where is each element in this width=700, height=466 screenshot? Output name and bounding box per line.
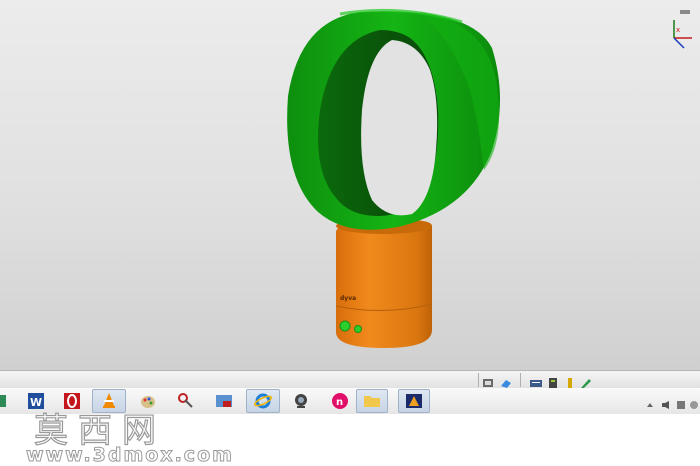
- ie-icon[interactable]: [246, 389, 280, 413]
- watermark-chinese-text: 莫西网: [33, 411, 166, 451]
- pen-icon[interactable]: [580, 374, 592, 389]
- usb-icon[interactable]: [564, 374, 576, 388]
- volume-icon[interactable]: [661, 395, 671, 409]
- paint-icon[interactable]: [136, 389, 160, 413]
- folder-icon[interactable]: [356, 389, 388, 413]
- word-icon[interactable]: W: [24, 389, 48, 413]
- webcam-icon[interactable]: [289, 389, 313, 413]
- graphics-icon[interactable]: [398, 389, 430, 413]
- fan-base: dyva: [335, 218, 433, 348]
- opera-icon[interactable]: [60, 389, 84, 413]
- vlc-icon[interactable]: [92, 389, 126, 413]
- sync-icon[interactable]: [482, 374, 494, 387]
- image-viewer-icon[interactable]: [212, 389, 236, 413]
- tools-icon[interactable]: [174, 389, 198, 413]
- fan-model: dyva: [287, 8, 500, 348]
- arrow-up-icon[interactable]: [645, 395, 655, 407]
- watermark-url: www.3dmox.com: [26, 444, 234, 466]
- brand-label: dyva: [340, 295, 356, 302]
- svg-text:n: n: [336, 397, 343, 408]
- svg-text:x: x: [676, 26, 680, 34]
- app-icon[interactable]: [0, 389, 12, 413]
- tray-app-icon[interactable]: [676, 395, 686, 409]
- view-triad-icon[interactable]: x: [670, 8, 696, 54]
- cad-viewport[interactable]: dyva x: [0, 0, 700, 370]
- eraser-icon[interactable]: [500, 374, 512, 388]
- clock-icon[interactable]: [689, 395, 699, 409]
- n-app-icon[interactable]: n: [328, 389, 352, 413]
- fan-ring: [287, 8, 500, 230]
- svg-text:W: W: [30, 396, 42, 409]
- watermark: 莫西网 www.3dmox.com: [0, 411, 700, 466]
- network-icon[interactable]: [547, 374, 559, 388]
- quick-launch-toolbar: [0, 370, 700, 389]
- keyboard-icon[interactable]: [530, 374, 542, 387]
